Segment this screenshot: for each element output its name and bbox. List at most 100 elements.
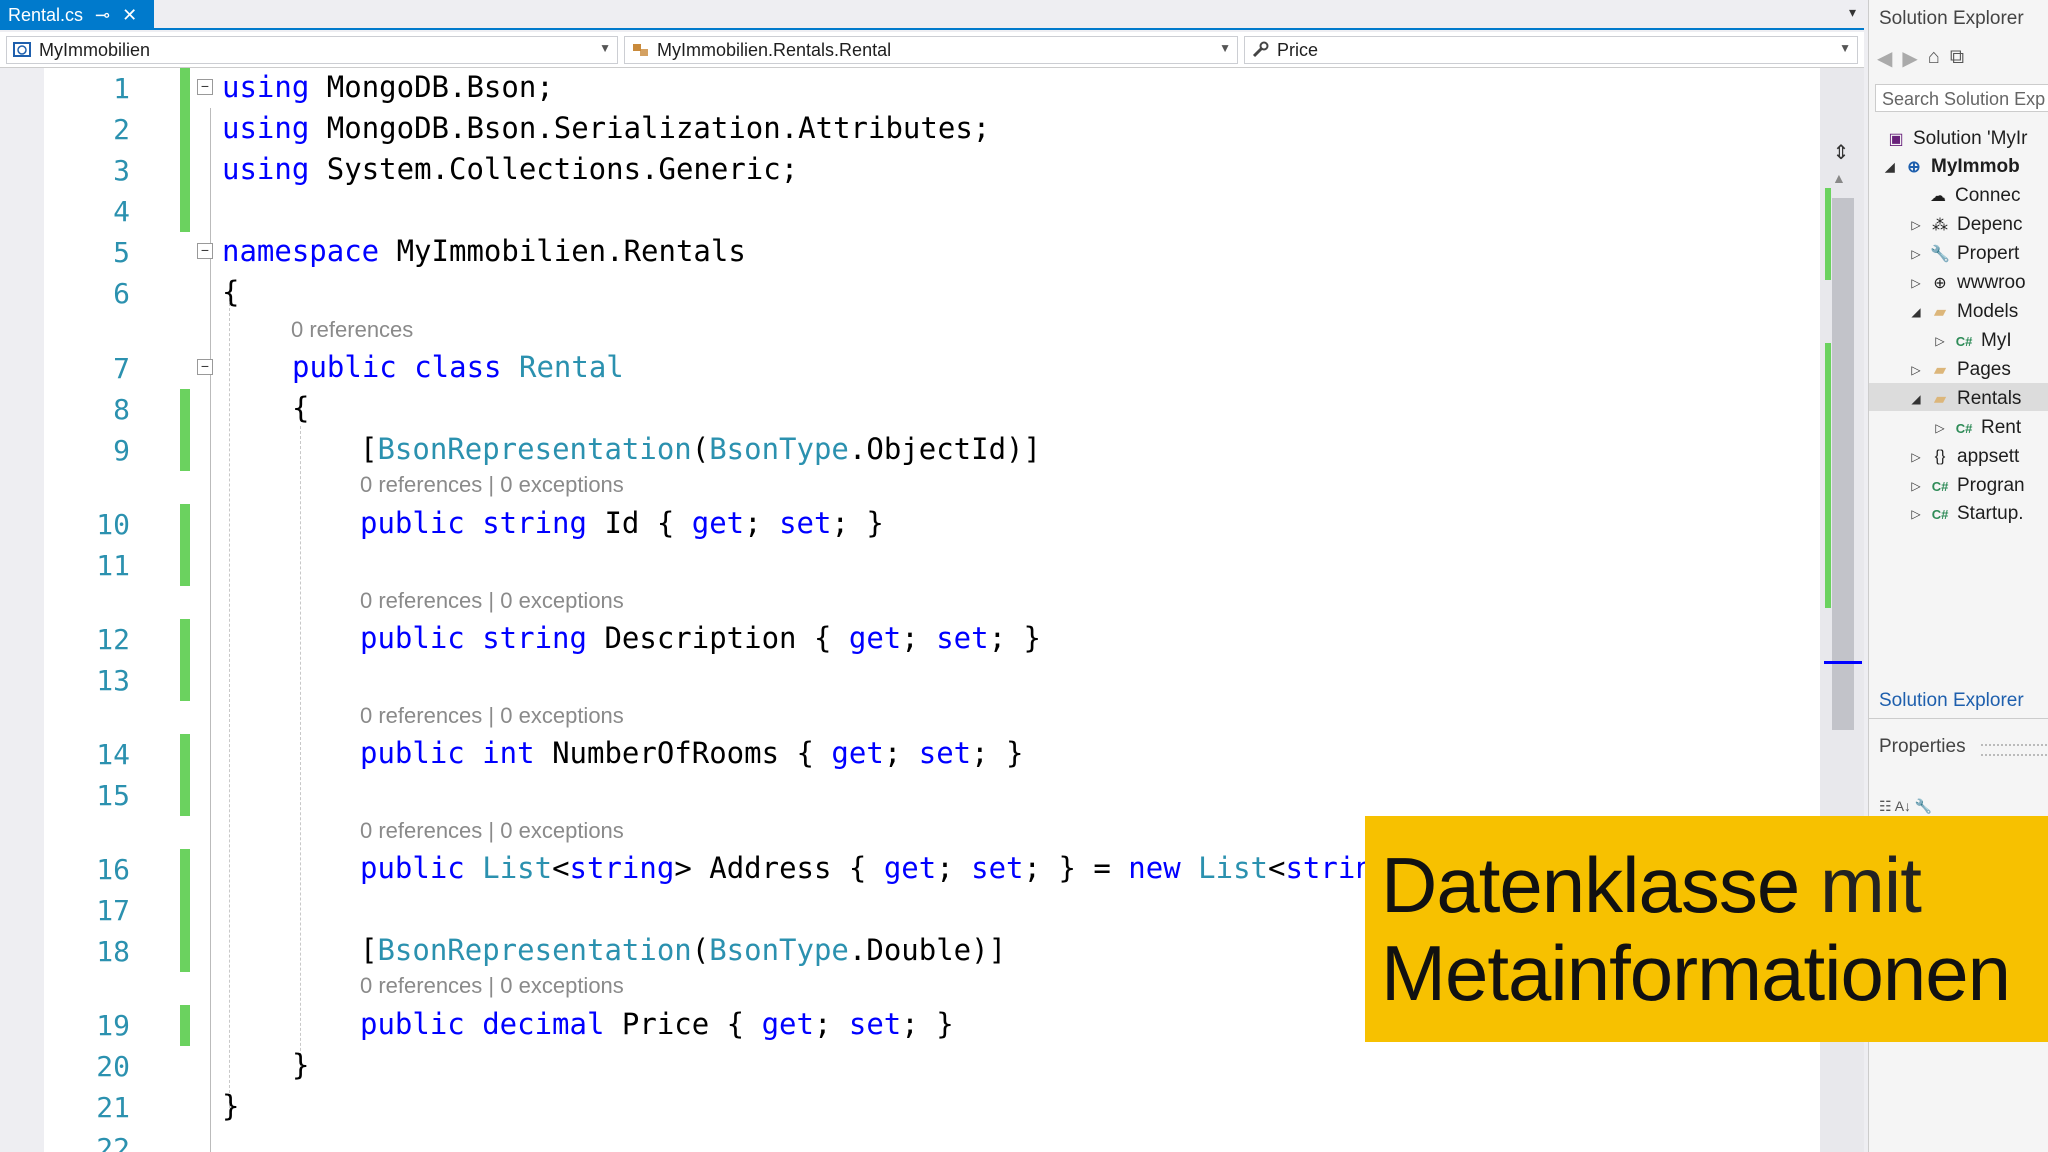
change-marker xyxy=(180,660,190,701)
csharp-file-icon: C# xyxy=(1931,506,1949,522)
class-icon xyxy=(633,44,648,56)
forward-icon[interactable]: ▶ xyxy=(1902,46,1917,71)
expanded-icon[interactable]: ◢ xyxy=(1909,392,1923,406)
collapsed-icon[interactable]: ▷ xyxy=(1909,479,1923,493)
code-text: System.Collections.Generic; xyxy=(309,152,799,186)
tree-item-dependencies[interactable]: ▷ ⁂ Depenc xyxy=(1909,211,2023,239)
navigation-bar: MyImmobilien ▼ MyImmobilien.Rentals.Rent… xyxy=(0,32,1864,68)
tree-item-models-file[interactable]: ▷ C# MyI xyxy=(1933,327,2011,355)
codelens-property[interactable]: 0 references | 0 exceptions xyxy=(360,472,624,498)
change-marker xyxy=(180,734,190,775)
expanded-icon[interactable]: ◢ xyxy=(1883,160,1897,174)
tree-item-rentals[interactable]: ◢ ▰ Rentals xyxy=(1909,385,2021,413)
code-text: } xyxy=(292,1048,310,1082)
code-line: 6 { xyxy=(0,273,1820,314)
code-line: 13 xyxy=(0,660,1820,701)
split-window-icon[interactable]: ⇕ xyxy=(1826,140,1856,164)
code-line: 4 xyxy=(0,191,1820,232)
tree-item-label: Models xyxy=(1957,301,2019,322)
tree-item-label: wwwroo xyxy=(1957,272,2026,293)
scroll-up-icon[interactable]: ▲ xyxy=(1832,170,1846,186)
code-text: MyImmobilien.Rentals xyxy=(379,234,746,268)
divider xyxy=(1869,718,2048,719)
tree-item-program[interactable]: ▷ C# Progran xyxy=(1909,472,2025,500)
collapsed-icon[interactable]: ▷ xyxy=(1909,218,1923,232)
tree-item-appsettings[interactable]: ▷ {} appsett xyxy=(1909,443,2019,471)
codelens-property[interactable]: 0 references | 0 exceptions xyxy=(360,973,624,999)
tree-item-label: Progran xyxy=(1957,475,2025,496)
tree-item-project[interactable]: ◢ ⊕ MyImmob xyxy=(1883,153,2019,181)
folder-open-icon: ▰ xyxy=(1933,304,1947,321)
csharp-file-icon: C# xyxy=(1955,420,1973,436)
tree-item-models[interactable]: ◢ ▰ Models xyxy=(1909,298,2018,326)
tree-item-label: Pages xyxy=(1957,359,2011,380)
wrench-icon[interactable]: 🔧 xyxy=(1915,798,1932,814)
codelens-class-references[interactable]: 0 references xyxy=(291,317,413,343)
tree-item-solution[interactable]: ▣ Solution 'MyIr xyxy=(1885,125,2027,153)
codelens-property[interactable]: 0 references | 0 exceptions xyxy=(360,588,624,614)
solution-search-input[interactable]: Search Solution Exp xyxy=(1875,84,2048,112)
folder-icon: ▰ xyxy=(1933,362,1947,379)
tree-item-startup[interactable]: ▷ C# Startup. xyxy=(1909,500,2024,528)
panel-grip[interactable] xyxy=(1981,744,2047,756)
collapsed-icon[interactable]: ▷ xyxy=(1909,276,1923,290)
alphabetical-icon[interactable]: A↓ xyxy=(1895,798,1911,814)
close-icon[interactable]: ✕ xyxy=(122,5,137,26)
csharp-file-icon: C# xyxy=(1955,333,1973,349)
back-icon[interactable]: ◀ xyxy=(1877,46,1892,71)
line-number: 2 xyxy=(113,113,130,146)
code-line: 22 xyxy=(0,1128,1820,1152)
code-line: 10 public string Id { get; set; } xyxy=(0,504,1820,545)
codelens-property[interactable]: 0 references | 0 exceptions xyxy=(360,703,624,729)
type-name: MyImmobilien.Rentals.Rental xyxy=(657,39,892,60)
change-marker xyxy=(180,890,190,931)
tree-item-label: Depenc xyxy=(1957,214,2023,235)
collapsed-icon[interactable]: ▷ xyxy=(1933,334,1947,348)
caption-text: mit xyxy=(1799,841,1922,929)
tab-rental-cs[interactable]: Rental.cs ⊸ ✕ xyxy=(0,0,154,30)
caption-emphasis: Datenklasse xyxy=(1381,841,1800,929)
code-text: } xyxy=(222,1089,240,1123)
collapsed-icon[interactable]: ▷ xyxy=(1909,507,1923,521)
change-marker xyxy=(180,1005,190,1046)
tree-item-wwwroot[interactable]: ▷ ⊕ wwwroo xyxy=(1909,269,2026,297)
member-name: Price xyxy=(1277,39,1319,60)
collapse-icon[interactable]: − xyxy=(197,79,213,95)
properties-title: Properties xyxy=(1879,736,1966,757)
line-number: 19 xyxy=(96,1009,130,1042)
collapsed-icon[interactable]: ▷ xyxy=(1933,421,1947,435)
keyword: using xyxy=(222,111,310,145)
switch-views-icon[interactable]: ⧉ xyxy=(1950,46,1964,71)
wrench-icon: 🔧 xyxy=(1930,246,1950,263)
change-marker xyxy=(180,150,190,191)
tree-item-connected-services[interactable]: ☁ Connec xyxy=(1927,182,2021,210)
collapsed-icon[interactable]: ▷ xyxy=(1909,363,1923,377)
collapse-icon[interactable]: − xyxy=(197,243,213,259)
tree-item-rental-file[interactable]: ▷ C# Rent xyxy=(1933,414,2021,442)
tree-item-label: Startup. xyxy=(1957,503,2024,524)
tree-item-pages[interactable]: ▷ ▰ Pages xyxy=(1909,356,2011,384)
collapsed-icon[interactable]: ▷ xyxy=(1909,450,1923,464)
member-combo[interactable]: Price ▼ xyxy=(1244,36,1858,64)
home-icon[interactable]: ⌂ xyxy=(1928,46,1940,71)
codelens-property[interactable]: 0 references | 0 exceptions xyxy=(360,818,624,844)
project-combo[interactable]: MyImmobilien ▼ xyxy=(6,36,618,64)
change-marker xyxy=(180,545,190,586)
type-name: Rental xyxy=(518,350,624,384)
code-text: MongoDB.Bson.Serialization.Attributes; xyxy=(309,111,991,145)
pin-icon[interactable]: ⊸ xyxy=(95,5,110,26)
change-marker xyxy=(180,504,190,545)
keyword: namespace xyxy=(222,234,380,268)
solution-explorer-toolbar: ◀ ▶ ⌂ ⧉ xyxy=(1877,46,1964,71)
collapsed-icon[interactable]: ▷ xyxy=(1909,247,1923,261)
dependencies-icon: ⁂ xyxy=(1932,217,1948,234)
expanded-icon[interactable]: ◢ xyxy=(1909,305,1923,319)
categorized-icon[interactable]: ☷ xyxy=(1879,798,1892,814)
tab-overflow-dropdown-icon[interactable]: ▾ xyxy=(1849,4,1856,21)
collapse-icon[interactable]: − xyxy=(197,359,213,375)
tab-solution-explorer[interactable]: Solution Explorer xyxy=(1879,690,2024,712)
change-marker xyxy=(180,849,190,890)
scroll-thumb[interactable] xyxy=(1832,198,1854,730)
type-combo[interactable]: MyImmobilien.Rentals.Rental ▼ xyxy=(624,36,1238,64)
tree-item-properties[interactable]: ▷ 🔧 Propert xyxy=(1909,240,2019,268)
